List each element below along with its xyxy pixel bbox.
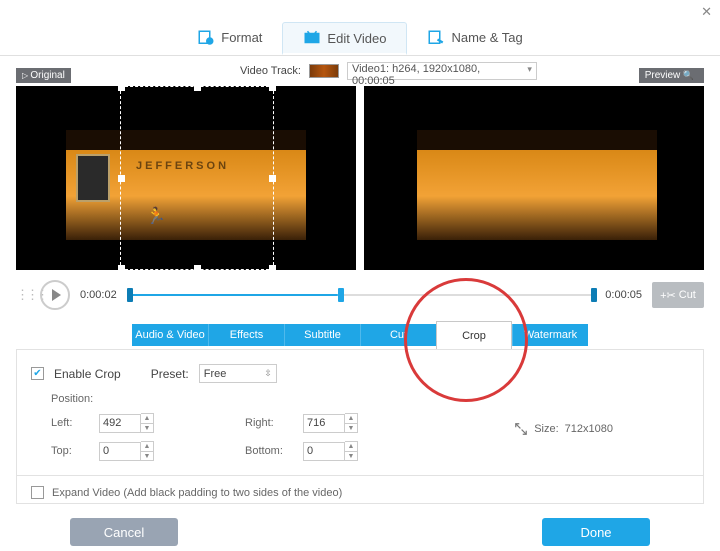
- crop-handle[interactable]: [194, 265, 201, 270]
- subtab-cut[interactable]: Cut: [360, 324, 436, 346]
- subtab-subtitle[interactable]: Subtitle: [284, 324, 360, 346]
- time-current: 0:00:02: [80, 289, 117, 301]
- range-end-handle[interactable]: [591, 288, 597, 302]
- grip-icon[interactable]: ⋮⋮⋮: [16, 287, 30, 303]
- tab-format[interactable]: Format: [177, 22, 282, 55]
- crop-panel: ✔ Enable Crop Preset: Free Position: Lef…: [16, 349, 704, 504]
- bottom-input[interactable]: [303, 442, 345, 461]
- play-button[interactable]: [40, 280, 70, 310]
- crop-handle[interactable]: [118, 175, 125, 182]
- tab-edit-video[interactable]: Edit Video: [282, 22, 407, 55]
- tab-name-label: Name & Tag: [451, 30, 522, 45]
- up-icon[interactable]: ▲: [345, 442, 357, 451]
- crop-handle[interactable]: [269, 86, 276, 91]
- left-label: Left:: [51, 417, 91, 429]
- preset-label: Preset:: [151, 367, 189, 381]
- tab-name-tag[interactable]: Name & Tag: [407, 22, 542, 55]
- subtab-watermark[interactable]: Watermark: [512, 324, 588, 346]
- format-icon: [197, 29, 215, 47]
- top-tabs: Format Edit Video Name & Tag: [0, 18, 720, 56]
- cancel-button[interactable]: Cancel: [70, 518, 178, 546]
- subtab-crop[interactable]: Crop: [436, 321, 512, 349]
- left-stepper[interactable]: ▲▼: [99, 413, 159, 433]
- subtab-audio-video[interactable]: Audio & Video: [132, 324, 208, 346]
- playhead[interactable]: [338, 288, 344, 302]
- up-icon[interactable]: ▲: [141, 442, 153, 451]
- size-label: Size:: [534, 423, 558, 435]
- subtab-effects[interactable]: Effects: [208, 324, 284, 346]
- crop-handle[interactable]: [269, 265, 276, 270]
- expand-video-label: Expand Video (Add black padding to two s…: [52, 487, 342, 499]
- enable-crop-checkbox[interactable]: ✔: [31, 367, 44, 380]
- done-button[interactable]: Done: [542, 518, 650, 546]
- up-icon[interactable]: ▲: [345, 414, 357, 423]
- top-input[interactable]: [99, 442, 141, 461]
- tab-edit-label: Edit Video: [327, 31, 386, 46]
- bottom-stepper[interactable]: ▲▼: [303, 441, 363, 461]
- track-thumbnail: [309, 64, 339, 78]
- name-tag-icon: [427, 29, 445, 47]
- video-track-row: Video Track: Video1: h264, 1920x1080, 00…: [0, 56, 720, 86]
- left-input[interactable]: [99, 414, 141, 433]
- down-icon[interactable]: ▼: [345, 423, 357, 432]
- crop-handle[interactable]: [194, 86, 201, 91]
- down-icon[interactable]: ▼: [345, 451, 357, 460]
- original-pane[interactable]: [16, 86, 356, 270]
- crop-handle[interactable]: [269, 175, 276, 182]
- right-label: Right:: [245, 417, 295, 429]
- cut-button[interactable]: Cut: [652, 282, 704, 308]
- down-icon[interactable]: ▼: [141, 423, 153, 432]
- size-value: 712x1080: [565, 423, 613, 435]
- video-track-dropdown[interactable]: Video1: h264, 1920x1080, 00:00:05: [347, 62, 537, 80]
- range-start-handle[interactable]: [127, 288, 133, 302]
- right-stepper[interactable]: ▲▼: [303, 413, 363, 433]
- crop-selection[interactable]: [120, 86, 274, 270]
- preview-label[interactable]: Preview: [639, 68, 704, 83]
- sub-tabs: Audio & Video Effects Subtitle Cut Crop …: [0, 324, 720, 349]
- position-label: Position:: [51, 393, 689, 405]
- preset-dropdown[interactable]: Free: [199, 364, 277, 383]
- video-track-label: Video Track:: [240, 65, 301, 77]
- seek-track[interactable]: [127, 291, 596, 299]
- top-label: Top:: [51, 445, 91, 457]
- crop-handle[interactable]: [118, 265, 125, 270]
- edit-video-icon: [303, 29, 321, 47]
- bottom-label: Bottom:: [245, 445, 295, 457]
- timeline: ⋮⋮⋮ 0:00:02 0:00:05 Cut: [0, 270, 720, 318]
- top-stepper[interactable]: ▲▼: [99, 441, 159, 461]
- enable-crop-label: Enable Crop: [54, 367, 121, 381]
- expand-video-checkbox[interactable]: ✔: [31, 486, 44, 499]
- up-icon[interactable]: ▲: [141, 414, 153, 423]
- preview-pane: [364, 86, 704, 270]
- time-total: 0:00:05: [605, 289, 642, 301]
- tab-format-label: Format: [221, 30, 262, 45]
- size-icon: [514, 422, 528, 436]
- original-label: Original: [16, 68, 71, 83]
- close-icon[interactable]: ✕: [701, 4, 712, 20]
- crop-handle[interactable]: [118, 86, 125, 91]
- down-icon[interactable]: ▼: [141, 451, 153, 460]
- right-input[interactable]: [303, 414, 345, 433]
